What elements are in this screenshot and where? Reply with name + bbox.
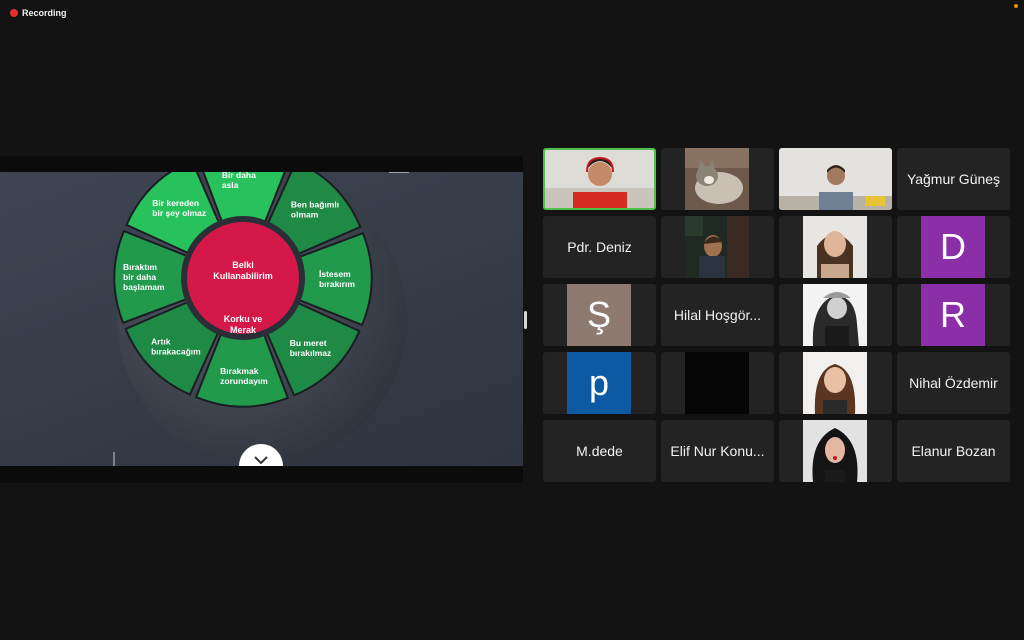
participant-video — [803, 420, 867, 482]
presentation-slide: Belki Kullanabilirim Korku ve Merak Bir da… — [0, 172, 523, 466]
meeting-window: Recording Belki Kullanabilirim Korku ve … — [0, 0, 1024, 640]
participant-name: Pdr. Deniz — [567, 239, 632, 255]
participant-video — [685, 216, 749, 278]
participant-video — [545, 150, 654, 208]
participant-video-cat[interactable] — [661, 148, 774, 210]
participant-video-15[interactable] — [779, 352, 892, 414]
recording-indicator[interactable]: Recording — [10, 6, 67, 20]
segment-label: Bu meret bırakılmaz — [290, 338, 332, 358]
participant-tile[interactable]: Elanur Bozan — [897, 420, 1010, 482]
participant-avatar: R — [921, 284, 985, 346]
participant-tile[interactable]: Elif Nur Konu... — [661, 420, 774, 482]
participant-name: Elanur Bozan — [911, 443, 996, 459]
participant-video — [803, 284, 867, 346]
recording-label: Recording — [22, 8, 67, 18]
participant-video — [779, 148, 892, 210]
recording-dot-icon — [10, 9, 18, 17]
participant-tile[interactable]: p — [543, 352, 656, 414]
segment-label: İstesem bırakırım — [319, 269, 355, 289]
participant-tile[interactable]: Pdr. Deniz — [543, 216, 656, 278]
participant-video-19[interactable] — [779, 420, 892, 482]
participant-name: Elif Nur Konu... — [670, 443, 765, 459]
participant-tile[interactable]: Nihal Özdemir — [897, 352, 1010, 414]
participant-name: Nihal Özdemir — [909, 375, 998, 391]
shared-screen[interactable]: Belki Kullanabilirim Korku ve Merak Bir da… — [0, 156, 523, 483]
splitter-handle[interactable] — [524, 311, 527, 329]
participant-video — [685, 148, 749, 210]
participant-tile[interactable]: Ş — [543, 284, 656, 346]
participant-name: Hilal Hoşgör... — [673, 307, 762, 323]
participant-video — [803, 352, 867, 414]
status-dot-icon — [1014, 4, 1018, 8]
participant-video-11[interactable] — [779, 284, 892, 346]
participant-video-3[interactable] — [779, 148, 892, 210]
participant-video-7[interactable] — [779, 216, 892, 278]
participant-tile[interactable]: D — [897, 216, 1010, 278]
participant-video-1[interactable] — [543, 148, 656, 210]
segment-label: Bir kereden bir şey olmaz — [152, 198, 206, 218]
participant-name: M.dede — [576, 443, 623, 459]
participant-tile[interactable]: Yağmur Güneş — [897, 148, 1010, 210]
participant-video-14[interactable] — [661, 352, 774, 414]
participant-tile[interactable]: Hilal Hoşgör... — [661, 284, 774, 346]
cycle-wheel-diagram: Belki Kullanabilirim Korku ve Merak Bir da… — [113, 172, 407, 466]
participant-avatar: Ş — [567, 284, 631, 346]
participant-name: Yağmur Güneş — [906, 171, 1001, 187]
participant-video — [803, 216, 867, 278]
participant-avatar: D — [921, 216, 985, 278]
participant-video-6[interactable] — [661, 216, 774, 278]
participant-tile[interactable]: R — [897, 284, 1010, 346]
participant-avatar: p — [567, 352, 631, 414]
participant-video — [685, 352, 749, 414]
participant-tile[interactable]: M.dede — [543, 420, 656, 482]
